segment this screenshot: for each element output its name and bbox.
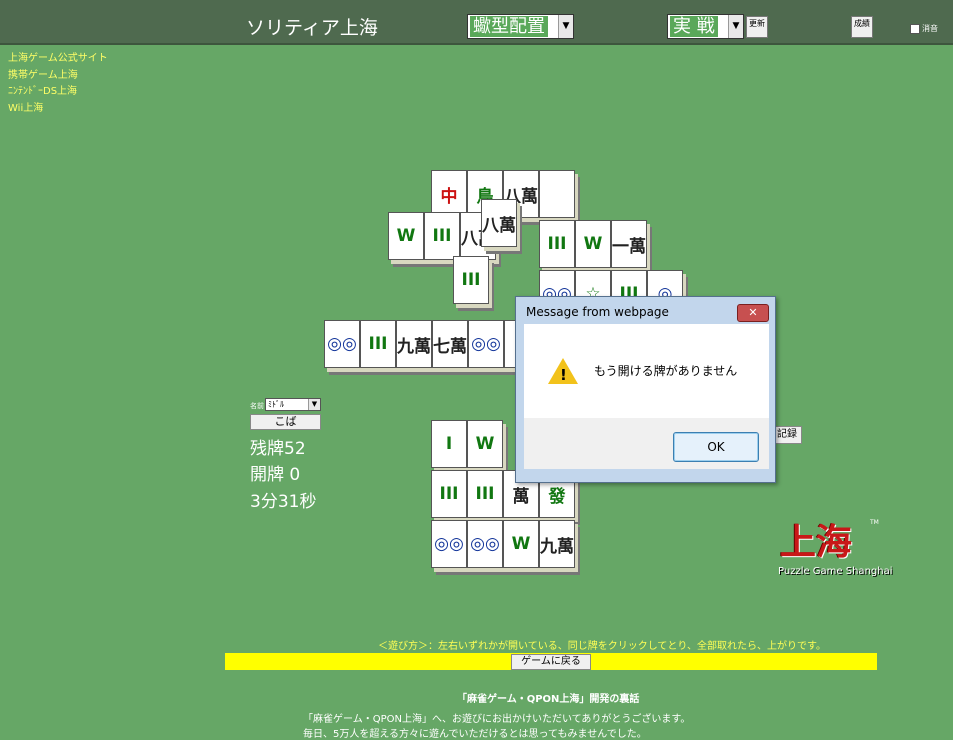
remaining-tiles: 残牌52	[250, 439, 306, 459]
mute-label: 消音	[922, 24, 938, 33]
alert-dialog: Message from webpage ✕ ! もう開ける牌がありません OK	[515, 296, 776, 483]
mahjong-tile[interactable]: W	[388, 212, 424, 260]
mode-select-value: 実 戦	[670, 16, 718, 37]
mahjong-tile[interactable]: ◎◎	[467, 520, 503, 568]
record-button[interactable]: 記録	[774, 426, 802, 444]
dialog-title: Message from webpage	[526, 305, 669, 319]
mute-toggle[interactable]: 消音	[910, 23, 938, 34]
shanghai-logo: 上海 TM Puzzle Game Shanghai	[778, 513, 893, 579]
chevron-down-icon: ▼	[558, 15, 573, 38]
mahjong-tile[interactable]: III	[431, 470, 467, 518]
refresh-button[interactable]: 更新	[746, 16, 768, 38]
dialog-body: ! もう開ける牌がありません	[524, 324, 769, 418]
link-wii[interactable]: Wii上海	[8, 101, 108, 118]
mahjong-tile[interactable]: W	[467, 420, 503, 468]
how-to-play: ＜遊び方＞：左右いずれかが開いている、同じ牌をクリックしてとり、全部取れたら、上…	[378, 641, 826, 652]
mahjong-tile[interactable]: 九萬	[539, 520, 575, 568]
mahjong-tile[interactable]: ◎◎	[468, 320, 504, 368]
app-title: ソリティア上海	[246, 17, 378, 39]
mahjong-tile[interactable]: 九萬	[396, 320, 432, 368]
mahjong-tile[interactable]: III	[467, 470, 503, 518]
back-to-game-button[interactable]: ゲームに戻る	[511, 654, 591, 670]
story-line: 毎日、5万人を超える方々に遊んでいただけるとは思ってもみませんでした。	[303, 729, 647, 740]
mahjong-tile[interactable]: III	[360, 320, 396, 368]
side-links: 上海ゲーム公式サイト 携帯ゲーム上海 ﾆﾝﾃﾝﾄﾞｰDS上海 Wii上海	[8, 51, 108, 117]
link-ds[interactable]: ﾆﾝﾃﾝﾄﾞｰDS上海	[8, 84, 108, 101]
opened-tiles: 開牌 0	[250, 465, 301, 485]
logo-kanji: 上海	[780, 521, 853, 563]
story-title: 「麻雀ゲーム・QPON上海」開発の裏話	[457, 694, 640, 705]
mahjong-tile[interactable]: 中	[431, 170, 467, 218]
mahjong-tile[interactable]: 七萬	[432, 320, 468, 368]
top-bar: ソリティア上海 蠍型配置 ▼ 実 戦 ▼ 更新 成績 消音	[0, 0, 953, 45]
mahjong-tile[interactable]: I	[431, 420, 467, 468]
layout-select[interactable]: 蠍型配置 ▼	[467, 14, 574, 39]
mahjong-tile[interactable]: III	[424, 212, 460, 260]
chevron-down-icon: ▼	[728, 15, 743, 38]
logo-tm: TM	[870, 519, 879, 526]
mahjong-tile[interactable]: III	[539, 220, 575, 268]
mahjong-tile[interactable]	[539, 170, 575, 218]
logo-subtitle: Puzzle Game Shanghai	[778, 566, 893, 577]
mahjong-tile[interactable]: III	[453, 256, 489, 304]
mahjong-tile[interactable]: W	[503, 520, 539, 568]
warning-icon-mark: !	[560, 366, 567, 384]
mahjong-tile[interactable]: ◎◎	[431, 520, 467, 568]
ok-button[interactable]: OK	[673, 432, 759, 462]
link-official-site[interactable]: 上海ゲーム公式サイト	[8, 51, 108, 68]
name-select-value: ﾐﾄﾞﾙ	[268, 400, 284, 409]
mahjong-tile[interactable]: ◎◎	[324, 320, 360, 368]
mahjong-tile-top[interactable]: 八萬	[481, 199, 517, 247]
name-button[interactable]: こば	[250, 414, 321, 430]
close-icon[interactable]: ✕	[737, 304, 769, 322]
mahjong-tile[interactable]: 一萬	[611, 220, 647, 268]
name-label: 名前	[250, 402, 264, 410]
dialog-message: もう開ける牌がありません	[594, 364, 738, 378]
story-line: 「麻雀ゲーム・QPON上海」へ、お遊びにお出かけいただいてありがとうございます。	[303, 714, 691, 725]
elapsed-time: 3分31秒	[250, 492, 317, 512]
link-mobile-game[interactable]: 携帯ゲーム上海	[8, 68, 108, 85]
mute-checkbox[interactable]	[910, 23, 920, 34]
chevron-down-icon: ▼	[308, 399, 320, 410]
name-select[interactable]: ﾐﾄﾞﾙ ▼	[265, 398, 321, 411]
results-button[interactable]: 成績	[851, 16, 873, 38]
mahjong-tile[interactable]: W	[575, 220, 611, 268]
layout-select-value: 蠍型配置	[470, 16, 548, 37]
mode-select[interactable]: 実 戦 ▼	[667, 14, 744, 39]
